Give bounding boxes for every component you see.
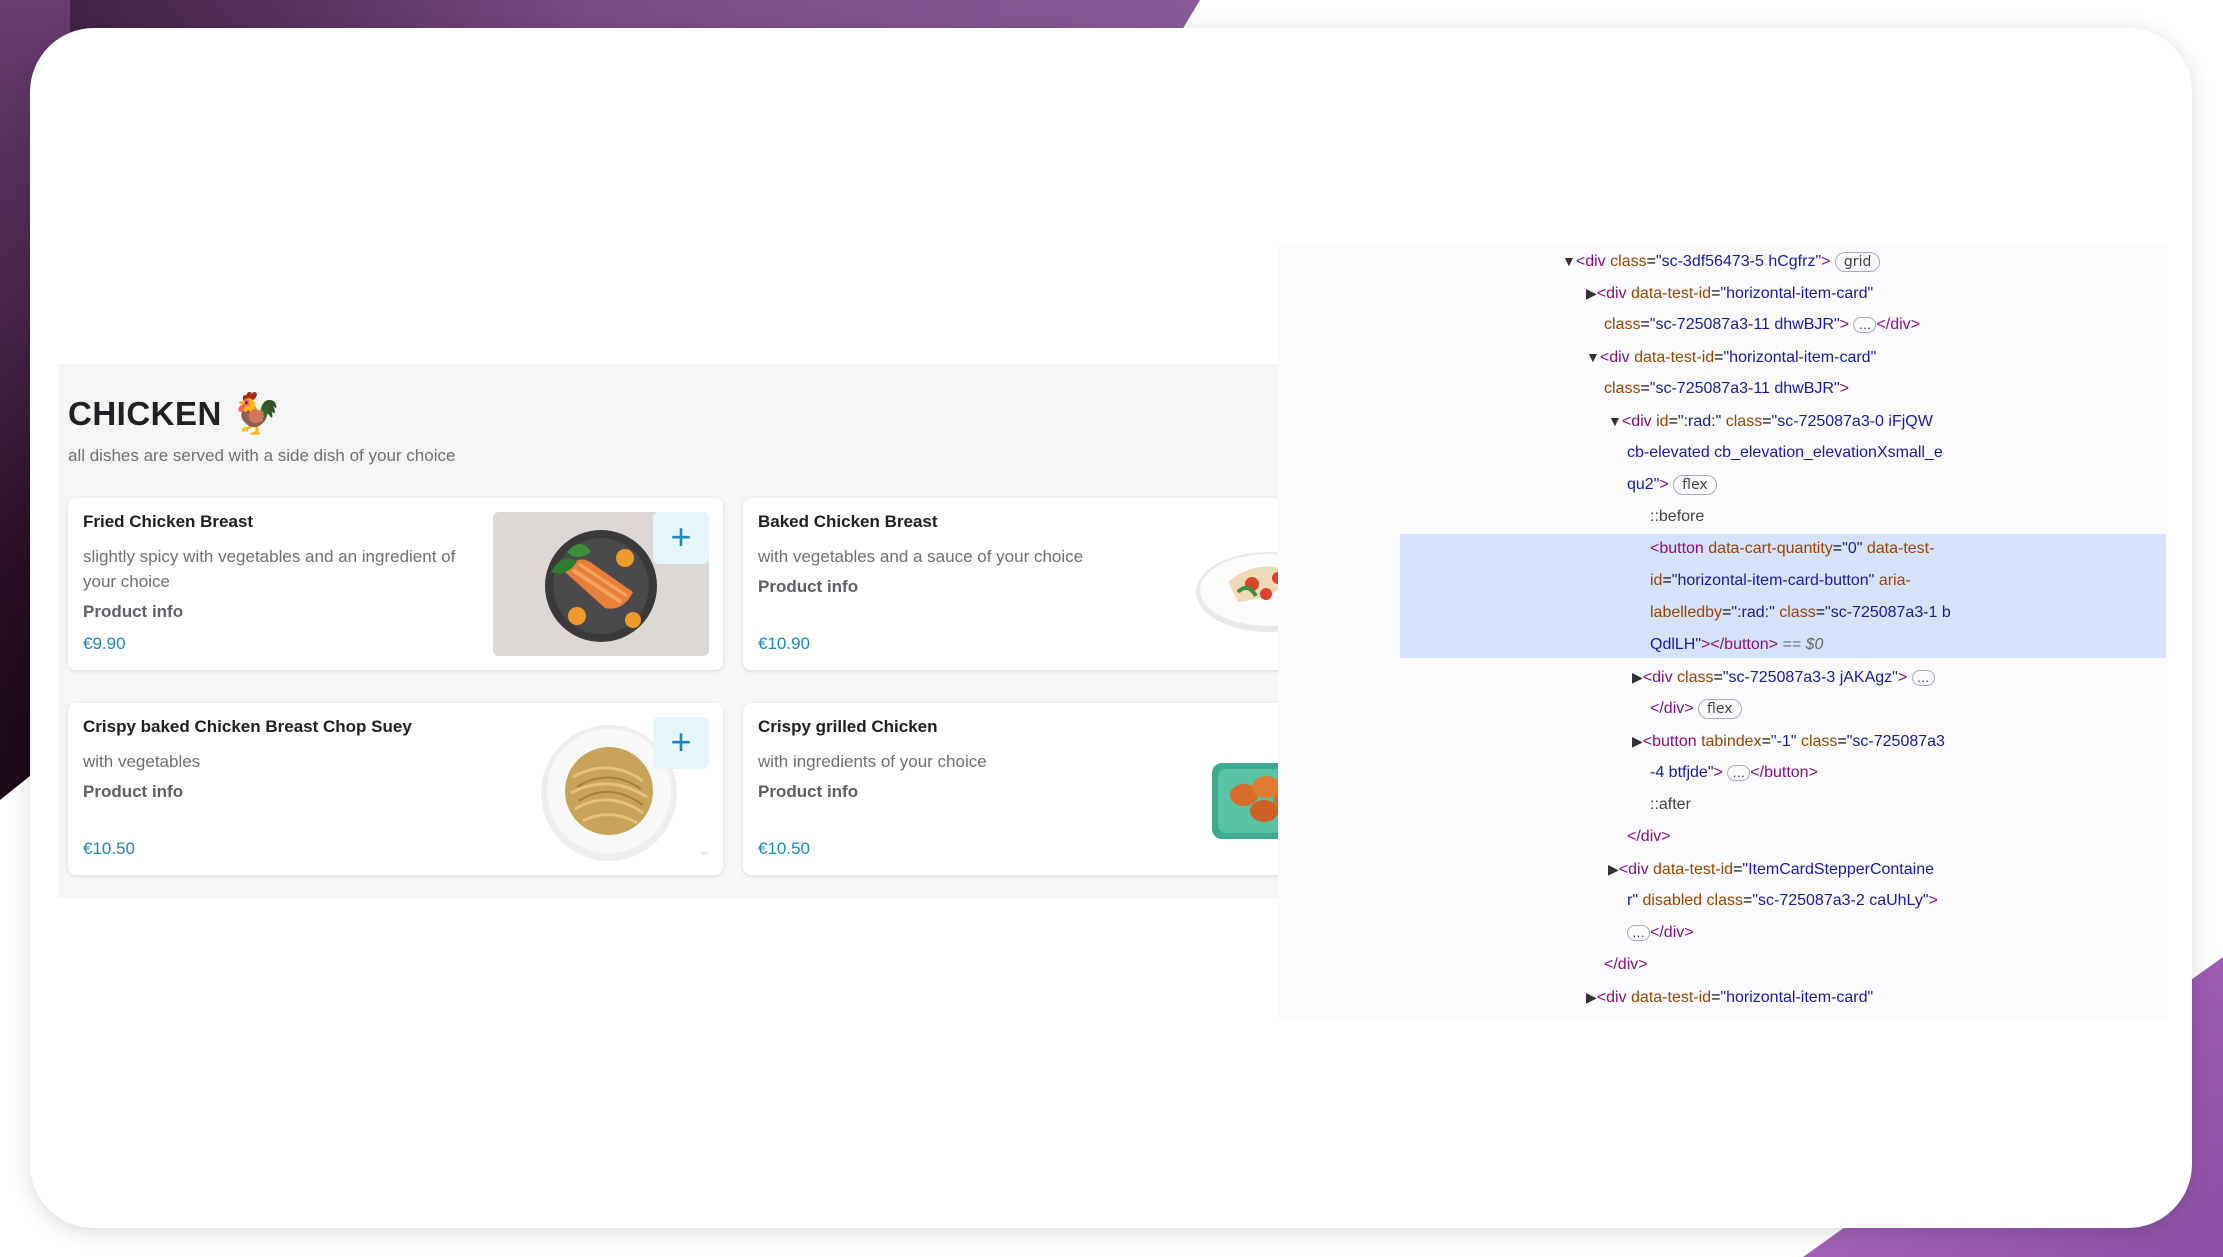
item-card[interactable]: Crispy baked Chicken Breast Chop Suey wi… <box>68 703 723 875</box>
grid-badge[interactable]: grid <box>1834 251 1881 272</box>
rooster-icon: 🐓 <box>231 392 283 436</box>
add-to-cart-button[interactable]: + <box>653 512 709 564</box>
dom-node-btfjde[interactable]: ▶<button tabindex="-1" class="sc-725087a… <box>1632 725 1945 757</box>
flex-badge[interactable]: flex <box>1673 474 1717 495</box>
add-to-cart-button[interactable]: + <box>653 717 709 769</box>
dom-close-div: </div> <box>1604 956 1648 973</box>
expand-triangle-icon[interactable]: ▶ <box>1632 733 1643 749</box>
ellipsis-badge[interactable]: … <box>1627 924 1650 941</box>
item-description: with vegetables <box>83 752 201 771</box>
dom-node-rad-class-cont: cb-elevated cb_elevation_elevationXsmall… <box>1627 444 1943 461</box>
dom-node-card-1-class[interactable]: class="sc-725087a3-11 dhwBJR"> … </div> <box>1604 309 1920 341</box>
dom-node-rad[interactable]: ▼<div id=":rad:" class="sc-725087a3-0 iF… <box>1608 405 1933 437</box>
dom-node-jakagz[interactable]: ▶<div class="sc-725087a3-3 jAKAgz"> … <box>1632 661 1935 693</box>
dom-node-btfjde-end: -4 btfjde"> … </button> <box>1650 764 1818 781</box>
dom-node-stepper-cont: r" disabled class="sc-725087a3-2 caUhLy"… <box>1627 892 1938 909</box>
ellipsis-badge[interactable]: … <box>1727 764 1751 781</box>
item-description: with vegetables and a sauce of your choi… <box>758 547 1084 566</box>
item-description: slightly spicy with vegetables and an in… <box>83 547 456 591</box>
item-name: Crispy baked Chicken Breast Chop Suey <box>83 717 412 736</box>
dom-node-grid-container[interactable]: ▼<div class="sc-3df56473-5 hCgfrz"> grid <box>1562 245 1881 277</box>
product-info-link[interactable]: Product info <box>83 782 183 802</box>
dom-node-stepper[interactable]: ▶<div data-test-id="ItemCardStepperConta… <box>1608 853 1934 885</box>
dom-node-rad-class-end: qu2"> flex <box>1627 469 1717 501</box>
section-title-text: CHICKEN <box>68 394 222 432</box>
expand-triangle-icon[interactable]: ▶ <box>1632 669 1643 685</box>
dom-node-button-selected-cont: id="horizontal-item-card-button" aria- <box>1650 572 1911 589</box>
section-title: CHICKEN 🐓 <box>68 390 282 437</box>
ellipsis-badge[interactable]: … <box>1911 669 1935 686</box>
watermark-mark: ▭ <box>701 851 707 857</box>
ellipsis-badge[interactable]: … <box>1853 316 1877 333</box>
item-name: Crispy grilled Chicken <box>758 717 938 736</box>
dom-node-card-2-class[interactable]: class="sc-725087a3-11 dhwBJR"> <box>1604 373 1849 405</box>
section-subtitle: all dishes are served with a side dish o… <box>68 446 456 465</box>
collapse-triangle-icon[interactable]: ▼ <box>1562 253 1576 269</box>
dom-node-stepper-end: … </div> <box>1627 917 1694 949</box>
dom-node-button-selected[interactable]: <button data-cart-quantity="0" data-test… <box>1650 533 1934 565</box>
expand-triangle-icon[interactable]: ▶ <box>1586 989 1597 1005</box>
console-ref: == $0 <box>1782 636 1824 653</box>
expand-triangle-icon[interactable]: ▶ <box>1586 285 1597 301</box>
item-name: Fried Chicken Breast <box>83 512 254 531</box>
item-description: with ingredients of your choice <box>758 752 987 771</box>
dom-close-div: </div> <box>1627 828 1671 845</box>
menu-section: CHICKEN 🐓 all dishes are served with a s… <box>58 364 1400 898</box>
expand-triangle-icon[interactable]: ▶ <box>1608 861 1619 877</box>
product-info-link[interactable]: Product info <box>83 602 183 622</box>
collapse-triangle-icon[interactable]: ▼ <box>1608 413 1622 429</box>
product-info-link[interactable]: Product info <box>758 577 858 597</box>
item-price: €10.50 <box>758 839 810 858</box>
dom-pseudo-after[interactable]: ::after <box>1650 789 1691 821</box>
item-card[interactable]: Fried Chicken Breast slightly spicy with… <box>68 498 723 670</box>
dom-node-button-selected-cont2: labelledby=":rad:" class="sc-725087a3-1 … <box>1650 604 1951 621</box>
collapse-triangle-icon[interactable]: ▼ <box>1586 349 1600 365</box>
item-price: €10.90 <box>758 634 810 653</box>
dom-node-card-1[interactable]: ▶<div data-test-id="horizontal-item-card… <box>1586 277 1873 309</box>
dom-node-card-2[interactable]: ▼<div data-test-id="horizontal-item-card… <box>1586 341 1876 373</box>
dom-pseudo-before[interactable]: ::before <box>1650 501 1704 533</box>
item-name: Baked Chicken Breast <box>758 512 938 531</box>
dom-node-jakagz-end: </div> flex <box>1650 693 1742 725</box>
dom-node-card-3[interactable]: ▶<div data-test-id="horizontal-item-card… <box>1586 981 1873 1013</box>
item-price: €10.50 <box>83 839 135 858</box>
dom-node-button-selected-end: QdlLH"></button> == $0 <box>1650 636 1824 653</box>
product-info-link[interactable]: Product info <box>758 782 858 802</box>
flex-badge[interactable]: flex <box>1698 698 1742 719</box>
item-price: €9.90 <box>83 634 126 653</box>
